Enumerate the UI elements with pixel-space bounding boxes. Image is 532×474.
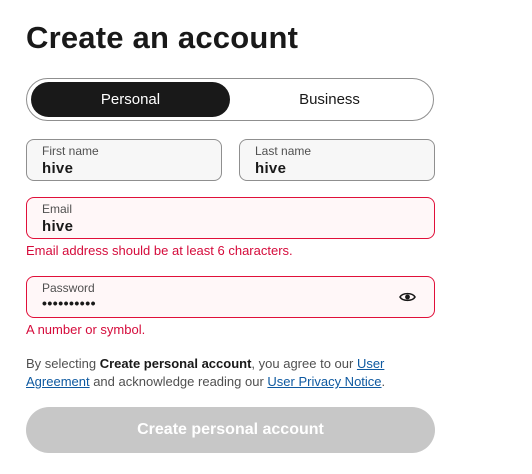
legal-middle: , you agree to our: [251, 356, 357, 371]
first-name-value: hive: [42, 160, 74, 177]
legal-notice: By selecting Create personal account, yo…: [26, 355, 426, 391]
first-name-field[interactable]: First name hive: [26, 139, 222, 181]
password-field[interactable]: Password ••••••••••: [26, 276, 435, 318]
password-label: Password: [42, 281, 95, 295]
user-privacy-notice-link[interactable]: User Privacy Notice: [267, 374, 381, 389]
password-value: ••••••••••: [42, 295, 97, 311]
email-value: hive: [42, 218, 74, 235]
email-error-message: Email address should be at least 6 chara…: [26, 243, 293, 258]
create-personal-account-button[interactable]: Create personal account: [26, 407, 435, 453]
email-field[interactable]: Email hive: [26, 197, 435, 239]
eye-icon[interactable]: [399, 290, 416, 304]
password-error-message: A number or symbol.: [26, 322, 146, 337]
legal-action-name: Create personal account: [99, 356, 252, 371]
personal-option[interactable]: Personal: [31, 82, 230, 117]
legal-prefix: By selecting: [26, 356, 100, 371]
page-title: Create an account: [26, 20, 299, 55]
legal-middle2: and acknowledge reading our: [89, 374, 268, 389]
first-name-label: First name: [42, 144, 99, 158]
business-option[interactable]: Business: [230, 82, 429, 117]
email-label: Email: [42, 202, 73, 216]
last-name-label: Last name: [255, 144, 312, 158]
last-name-field[interactable]: Last name hive: [239, 139, 435, 181]
legal-suffix: .: [381, 374, 386, 389]
create-account-page: Create an account Personal Business Firs…: [0, 0, 532, 474]
last-name-value: hive: [255, 160, 287, 177]
account-type-switch: Personal Business: [26, 78, 434, 121]
